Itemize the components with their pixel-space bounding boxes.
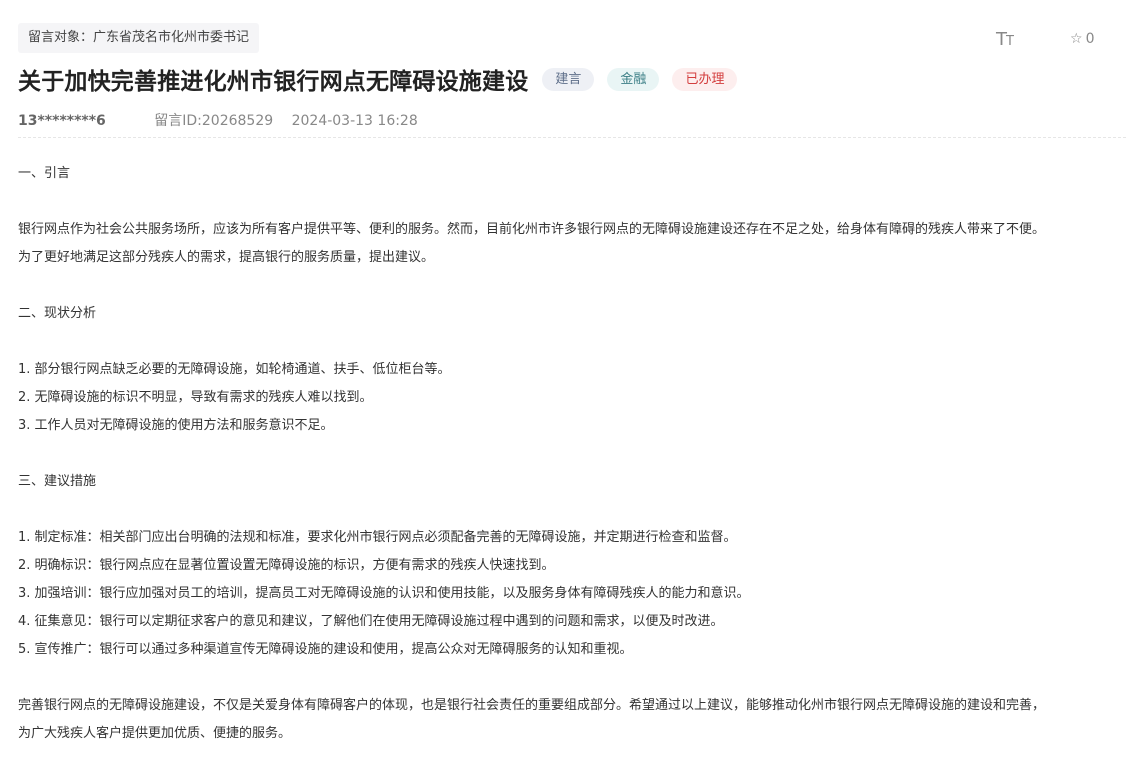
font-size-icon[interactable]: TT [996,29,1014,50]
section-heading: 二、现状分析 [18,306,97,321]
message-id: 留言ID:20268529 [154,113,274,129]
section-heading: 一、引言 [18,166,71,181]
tag-type: 建言 [542,67,595,91]
list-item: 2. 明确标识：银行网点应在显著位置设置无障碍设施的标识，方便有需求的残疾人快速… [18,558,555,573]
user-id: 13********6 [18,113,106,129]
title-row: 关于加快完善推进化州市银行网点无障碍设施建设 建言 金融 已办理 [18,61,750,97]
message-content: 一、引言 银行网点作为社会公共服务场所，应该为所有客户提供平等、便利的服务。然而… [18,160,1128,748]
toolbar: TT ☆ 0 [896,29,1136,51]
message-meta: 13********6 留言ID:20268529 2024-03-13 16:… [18,110,418,130]
tag-category: 金融 [607,67,660,91]
favorite-button[interactable]: ☆ 0 [1070,31,1094,47]
page-title: 关于加快完善推进化州市银行网点无障碍设施建设 [18,69,529,95]
font-size-icon-small-letter: T [1006,34,1014,49]
list-item: 3. 加强培训：银行应加强对员工的培训，提高员工对无障碍设施的认识和使用技能，以… [18,586,750,601]
paragraph-line: 为广大残疾人客户提供更加优质、便捷的服务。 [18,726,292,741]
paragraph-line: 为了更好地满足这部分残疾人的需求，提高银行的服务质量，提出建议。 [18,250,435,265]
list-item: 4. 征集意见：银行可以定期征求客户的意见和建议，了解他们在使用无障碍设施过程中… [18,614,724,629]
message-recipient: 留言对象：广东省茂名市化州市委书记 [18,23,260,53]
paragraph-line: 完善银行网点的无障碍设施建设，不仅是关爱身体有障碍客户的体现，也是银行社会责任的… [18,698,1046,713]
star-icon: ☆ [1070,31,1083,47]
message-datetime: 2024-03-13 16:28 [291,113,418,129]
divider [18,137,1126,138]
favorite-count: 0 [1085,31,1095,47]
font-size-icon-big-letter: T [996,29,1007,50]
list-item: 3. 工作人员对无障碍设施的使用方法和服务意识不足。 [18,418,334,433]
list-item: 2. 无障碍设施的标识不明显，导致有需求的残疾人难以找到。 [18,390,373,405]
paragraph-line: 银行网点作为社会公共服务场所，应该为所有客户提供平等、便利的服务。然而，目前化州… [18,222,1046,237]
section-heading: 三、建议措施 [18,474,97,489]
list-item: 1. 部分银行网点缺乏必要的无障碍设施，如轮椅通道、扶手、低位柜台等。 [18,362,451,377]
list-item: 1. 制定标准：相关部门应出台明确的法规和标准，要求化州市银行网点必须配备完善的… [18,530,737,545]
status-badge: 已办理 [672,67,738,91]
list-item: 5. 宣传推广：银行可以通过多种渠道宣传无障碍设施的建设和使用，提高公众对无障碍… [18,642,633,657]
